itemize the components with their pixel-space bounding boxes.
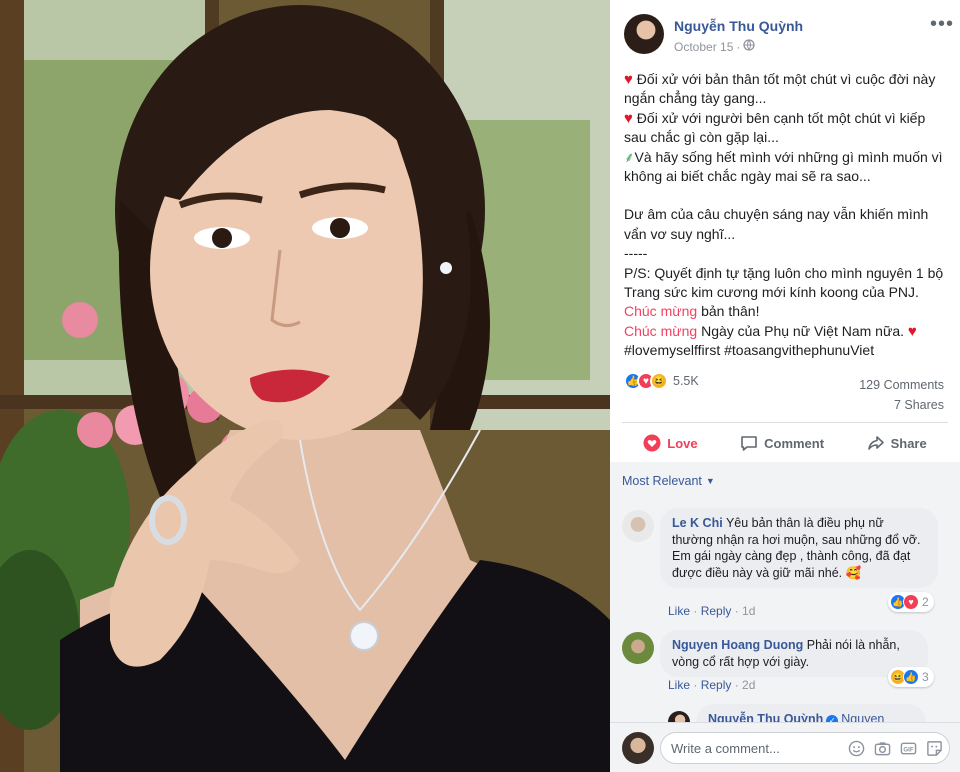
svg-text:GIF: GIF — [903, 746, 913, 753]
chuc-mung-link[interactable]: Chúc mừng — [624, 303, 697, 319]
comment-like-link[interactable]: Like — [668, 604, 690, 618]
viewer-avatar — [622, 732, 654, 764]
reactions-count[interactable]: 5.5K — [673, 374, 699, 388]
commenter-name[interactable]: Le K Chi — [672, 516, 723, 530]
comment-meta: Like · Reply · 1d — [668, 604, 756, 618]
post-panel: Nguyễn Thu Quỳnh October 15 · ••• ♥ Đối … — [610, 0, 960, 772]
post-line-7: Ngày của Phụ nữ Việt Nam nữa. — [697, 322, 908, 339]
post-date[interactable]: October 15 — [674, 40, 733, 54]
post-line-3: Và hãy sống hết mình với những gì mình m… — [624, 148, 947, 185]
comment-bubble: Nguyen Hoang Duong Phải nói là nhẫn, vòn… — [660, 630, 928, 677]
comment-reaction-count: 3 — [922, 670, 929, 684]
post-paragraph-2: ♥ Đối xử với người bên cạnh tốt một chút… — [624, 109, 950, 148]
caret-down-icon: ▼ — [705, 476, 715, 486]
author-avatar[interactable] — [624, 14, 664, 54]
post-line-1: Đối xử với bản thân tốt một chút vì cuộc… — [624, 71, 940, 107]
comment-item: Le K Chi Yêu bản thân là điều phụ nữ thư… — [622, 508, 952, 618]
comment-like-link[interactable]: Like — [668, 678, 690, 692]
heart-icon: ♥ — [907, 322, 917, 340]
comment-label: Comment — [764, 435, 825, 451]
seedling-icon: ⸙ — [624, 148, 635, 165]
comments-section: Most Relevant ▼ Le K Chi Yêu bản thân là… — [610, 462, 960, 772]
post-paragraph-3: ⸙Và hãy sống hết mình với những gì mình … — [624, 148, 950, 187]
comment-icon — [741, 436, 757, 451]
meta-dot: · — [736, 39, 741, 54]
post-paragraph-7: Chúc mừng Ngày của Phụ nữ Việt Nam nữa. … — [624, 322, 950, 341]
photo-illustration — [0, 0, 610, 772]
hashtags[interactable]: #lovemyselffirst #toasangvithephunuViet — [624, 341, 950, 360]
love-reaction-icon: ♥ — [903, 594, 919, 610]
love-icon — [643, 434, 661, 452]
comment-reaction-count: 2 — [922, 595, 929, 609]
divider — [622, 422, 948, 423]
post-line-5: P/S: Quyết định tự tặng luôn cho mình ng… — [624, 264, 947, 301]
share-button[interactable]: Share — [867, 434, 927, 452]
share-icon — [867, 436, 884, 450]
post-paragraph-6: Chúc mừng bản thân! — [624, 302, 950, 321]
comment-time[interactable]: 1d — [742, 604, 755, 618]
commenter-name[interactable]: Nguyen Hoang Duong — [672, 638, 803, 652]
chuc-mung-link[interactable]: Chúc mừng — [624, 323, 697, 339]
post-dashes: ----- — [624, 245, 648, 262]
commenter-avatar[interactable] — [622, 510, 654, 542]
comment-bubble: Le K Chi Yêu bản thân là điều phụ nữ thư… — [660, 508, 938, 588]
post-line-2: Đối xử với người bên cạnh tốt một chút v… — [624, 109, 930, 146]
emoji-icon[interactable] — [847, 739, 865, 757]
like-reaction-icon: 👍 — [903, 669, 919, 685]
sticker-icon[interactable] — [925, 739, 943, 757]
comment-reactions[interactable]: 👍 ♥ 2 — [888, 592, 934, 612]
comment-meta: Like · Reply · 2d — [668, 678, 756, 692]
author-name[interactable]: Nguyễn Thu Quỳnh — [674, 18, 803, 34]
shares-count[interactable]: 7 Shares — [859, 396, 944, 416]
comment-input[interactable] — [671, 739, 831, 757]
post-body: ♥ Đối xử với bản thân tốt một chút vì cu… — [624, 70, 950, 361]
post-line-6: bản thân! — [697, 303, 760, 320]
comment-composer: GIF — [610, 722, 960, 772]
comment-reply-link[interactable]: Reply — [701, 678, 732, 692]
facebook-photo-viewer: Nguyễn Thu Quỳnh October 15 · ••• ♥ Đối … — [0, 0, 960, 772]
love-label: Love — [667, 435, 698, 451]
post-meta: October 15 · — [674, 39, 756, 54]
comment-sort-dropdown[interactable]: Most Relevant ▼ — [622, 474, 715, 488]
heart-icon: ♥ — [624, 109, 633, 127]
sort-label: Most Relevant — [622, 474, 702, 488]
love-button[interactable]: Love — [643, 434, 698, 452]
gif-icon[interactable]: GIF — [899, 739, 917, 757]
comments-count[interactable]: 129 Comments — [859, 376, 944, 396]
reactions-summary[interactable]: 👍 ♥ 😆 5.5K — [624, 371, 699, 391]
post-photo[interactable] — [0, 0, 610, 772]
composer-icons: GIF — [847, 739, 943, 757]
comment-reply-link[interactable]: Reply — [701, 604, 732, 618]
engagement-counts: 129 Comments 7 Shares — [859, 376, 944, 415]
post-line-4: Dư âm của câu chuyện sáng nay vẫn khiến … — [624, 206, 933, 242]
comment-button[interactable]: Comment — [740, 434, 824, 452]
comment-reactions[interactable]: 😆 👍 3 — [888, 667, 934, 687]
haha-reaction-icon: 😆 — [650, 372, 668, 390]
globe-icon[interactable] — [743, 39, 756, 54]
post-header: Nguyễn Thu Quỳnh October 15 · ••• — [624, 14, 954, 58]
comment-item: Nguyen Hoang Duong Phải nói là nhẫn, vòn… — [622, 630, 952, 692]
comment-box[interactable]: GIF — [660, 732, 950, 764]
post-paragraph-1: ♥ Đối xử với bản thân tốt một chút vì cu… — [624, 70, 950, 109]
camera-icon[interactable] — [873, 739, 891, 757]
comment-time[interactable]: 2d — [742, 678, 755, 692]
commenter-avatar[interactable] — [622, 632, 654, 664]
more-options-icon[interactable]: ••• — [930, 14, 954, 34]
share-label: Share — [890, 435, 927, 451]
post-actions: Love Comment Share — [622, 426, 948, 460]
heart-icon: ♥ — [624, 71, 633, 88]
